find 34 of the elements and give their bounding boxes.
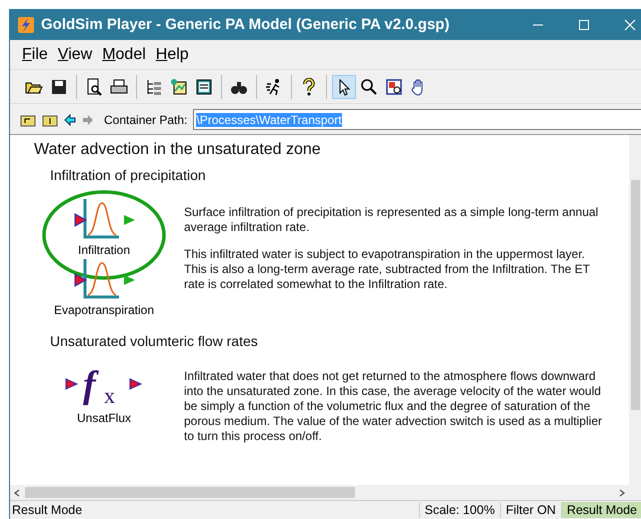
folder-top-icon[interactable]	[42, 112, 58, 126]
distribution-icon[interactable]	[72, 257, 136, 301]
status-pane: Result Mode	[560, 502, 641, 518]
distribution-icon[interactable]	[72, 197, 136, 241]
back-arrow-icon[interactable]	[64, 114, 76, 126]
menu-item[interactable]: View	[58, 46, 92, 64]
close-icon[interactable]	[624, 18, 636, 30]
pointer-button[interactable]	[332, 74, 356, 98]
page-heading: Water advection in the unsaturated zone	[34, 141, 322, 159]
print-preview-icon	[85, 78, 103, 96]
printer-icon	[110, 78, 128, 96]
lightning-icon	[17, 16, 35, 34]
status-pane: Scale: 100%	[418, 502, 500, 518]
menu-item[interactable]: Model	[102, 46, 146, 64]
container-path-label: Container Path:	[104, 112, 188, 126]
section-title: Infiltration of precipitation	[50, 167, 207, 183]
chart-icon	[170, 78, 188, 96]
tree-list-icon	[145, 78, 163, 96]
element-label: Evapotranspiration	[54, 303, 154, 317]
menu-item[interactable]: Help	[156, 46, 189, 64]
description-text: Surface infiltration of precipitation is represented as a simple long-term annual average infiltration rate.	[184, 205, 600, 235]
zoom-box-icon	[385, 78, 403, 96]
window-title: GoldSim Player - Generic PA Model (Generic PA v2.0.gsp)	[41, 16, 450, 33]
element-label: Infiltration	[78, 243, 130, 257]
search-icon	[360, 78, 378, 96]
element-label: UnsatFlux	[76, 411, 132, 425]
section-title: Unsaturated volumteric flow rates	[50, 333, 259, 349]
description-text: This infiltrated water is subject to evapotranspiration in the uppermost layer. This is also a long-term average rate, subtracted from the Infiltration. The ET rate is correlated somewhat to the Infiltration rate.	[184, 247, 591, 292]
maximize-icon[interactable]	[578, 18, 590, 30]
folder-up-icon[interactable]	[20, 112, 36, 126]
description-text: Infiltrated water that does not get returned to the atmosphere flows downward into the unsaturated zone. In this case, the average velocity of the water would be simply a function of the volumetric flux and the degree of saturation of the porous medium. The value of the water advection switch is used as a multiplier to turn this process on/off.	[184, 369, 603, 444]
document-icon	[195, 78, 213, 96]
menu-item[interactable]: File	[22, 46, 48, 64]
status-text: Result Mode	[11, 503, 82, 517]
